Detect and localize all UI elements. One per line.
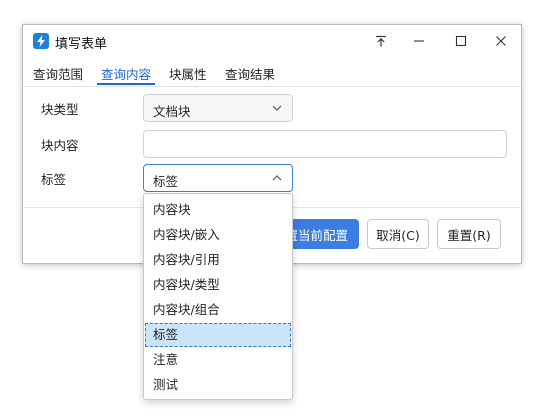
tag-select-value: 标签: [153, 174, 179, 189]
tag-select[interactable]: 标签: [143, 164, 293, 192]
window-title: 填写表单: [55, 37, 108, 52]
pin-button[interactable]: [361, 25, 401, 57]
app-logo-icon: [33, 33, 49, 49]
minimize-icon: [414, 40, 424, 42]
dropdown-option-selected[interactable]: 标签: [145, 323, 291, 347]
close-icon: [496, 36, 506, 46]
dropdown-option[interactable]: 测试: [145, 373, 291, 397]
close-button[interactable]: [481, 25, 521, 57]
tab-query-scope[interactable]: 查询范围: [33, 64, 83, 83]
pin-icon: [376, 35, 386, 47]
tag-label: 标签: [41, 172, 67, 187]
minimize-button[interactable]: [399, 25, 439, 57]
tab-bar: 查询范围 查询内容 块属性 查询结果: [23, 58, 521, 87]
dropdown-option[interactable]: 内容块/嵌入: [145, 223, 291, 247]
active-tab-indicator: [97, 83, 155, 85]
chevron-up-icon: [272, 175, 282, 181]
dropdown-option[interactable]: 内容块/类型: [145, 273, 291, 297]
maximize-icon: [455, 35, 467, 47]
dropdown-option[interactable]: 注意: [145, 348, 291, 372]
tab-block-attributes[interactable]: 块属性: [169, 64, 207, 83]
block-content-label: 块内容: [41, 138, 79, 153]
block-type-value: 文档块: [153, 104, 191, 119]
block-content-input[interactable]: [143, 130, 507, 158]
block-type-label: 块类型: [41, 102, 79, 117]
maximize-button[interactable]: [441, 25, 481, 57]
dropdown-option[interactable]: 内容块/引用: [145, 248, 291, 272]
dropdown-option[interactable]: 内容块: [145, 198, 291, 222]
dropdown-option[interactable]: 内容块/组合: [145, 298, 291, 322]
cancel-button[interactable]: 取消(C): [367, 219, 429, 249]
title-bar: 填写表单: [23, 25, 521, 57]
chevron-down-icon: [272, 105, 282, 111]
reset-button[interactable]: 重置(R): [437, 219, 501, 249]
tab-query-results[interactable]: 查询结果: [225, 64, 275, 83]
tag-dropdown-list: 内容块 内容块/嵌入 内容块/引用 内容块/类型 内容块/组合 标签 注意 测试: [143, 193, 293, 400]
tab-query-content[interactable]: 查询内容: [101, 64, 151, 83]
block-type-select[interactable]: 文档块: [143, 94, 293, 122]
